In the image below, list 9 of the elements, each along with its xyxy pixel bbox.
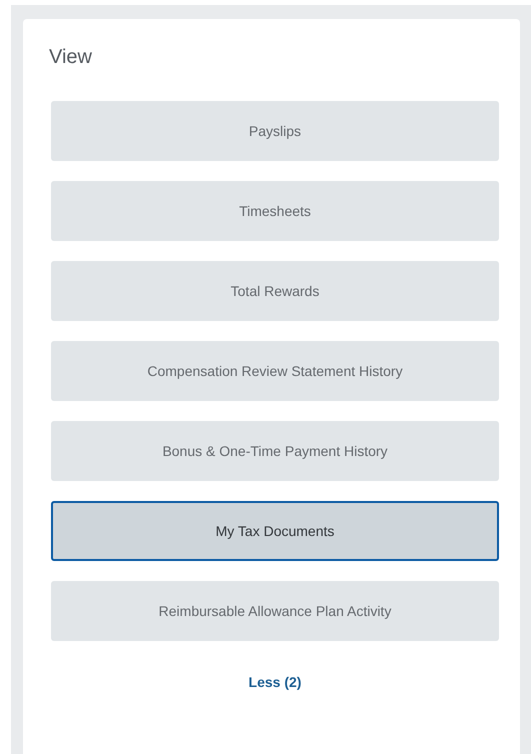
view-button[interactable]: Compensation Review Statement History — [51, 341, 499, 401]
view-button[interactable]: Payslips — [51, 101, 499, 161]
view-button[interactable]: Reimbursable Allowance Plan Activity — [51, 581, 499, 641]
view-button[interactable]: My Tax Documents — [51, 501, 499, 561]
view-button[interactable]: Total Rewards — [51, 261, 499, 321]
panel-title: View — [49, 45, 93, 69]
view-button[interactable]: Timesheets — [51, 181, 499, 241]
less-link[interactable]: Less (2) — [248, 674, 302, 690]
view-button[interactable]: Bonus & One-Time Payment History — [51, 421, 499, 481]
